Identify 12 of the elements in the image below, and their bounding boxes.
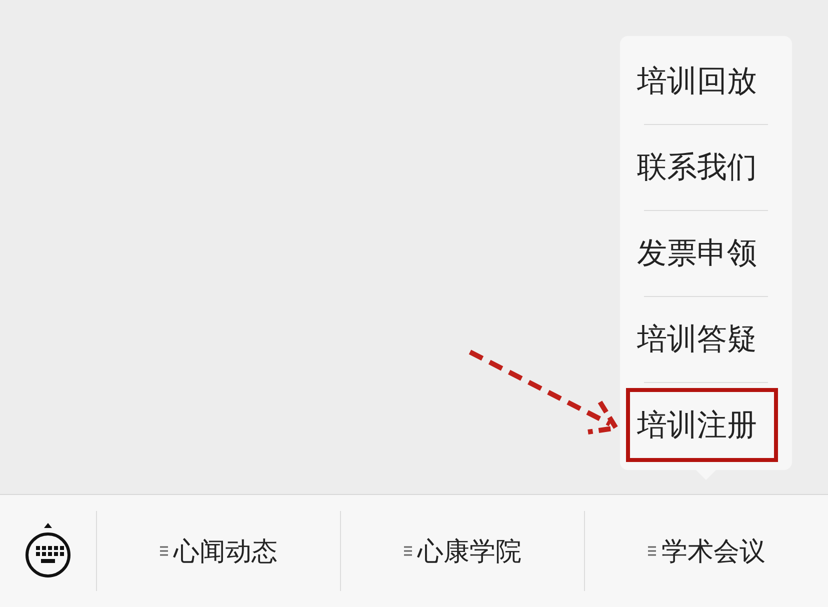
menu-item[interactable]: 培训答疑 — [626, 302, 778, 376]
menu-icon — [404, 546, 412, 556]
menu-item[interactable]: 培训注册 — [626, 388, 778, 462]
menu-icon — [648, 546, 656, 556]
menu-tab[interactable]: 心康学院 — [341, 511, 585, 591]
menu-item[interactable]: 培训回放 — [626, 44, 778, 118]
keyboard-icon[interactable] — [24, 522, 72, 580]
menu-item[interactable]: 联系我们 — [626, 130, 778, 204]
menu-tab[interactable]: 心闻动态 — [97, 511, 341, 591]
menu-tab[interactable]: 学术会议 — [585, 511, 828, 591]
menu-icon — [160, 546, 168, 556]
menu-item[interactable]: 发票申领 — [626, 216, 778, 290]
